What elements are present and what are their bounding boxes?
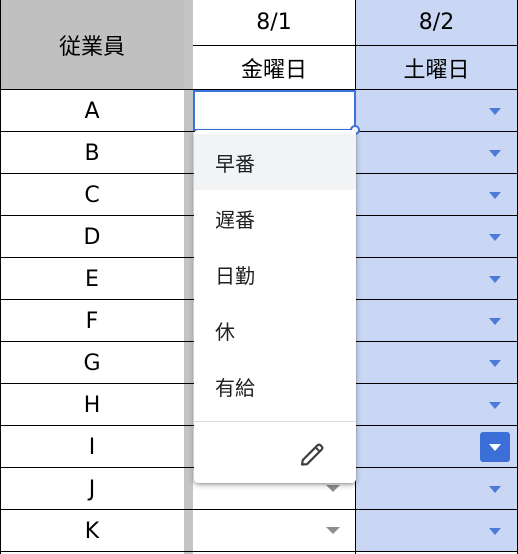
active-cell-input[interactable] — [193, 90, 356, 131]
dropdown-menu: 早番 遅番 日勤 休 有給 — [194, 130, 356, 483]
employee-cell[interactable]: B — [0, 132, 184, 174]
option-label: 遅番 — [215, 207, 255, 232]
employee-name: A — [84, 98, 100, 124]
date-label: 8/2 — [418, 10, 455, 35]
dropdown-option[interactable]: 早番 — [194, 134, 356, 190]
employee-header-label: 従業員 — [58, 35, 125, 60]
shift-cell-sat[interactable] — [355, 342, 518, 384]
employee-name: B — [84, 140, 100, 166]
employee-name: H — [83, 392, 101, 418]
shift-cell-sat[interactable] — [355, 300, 518, 342]
option-label: 休 — [215, 319, 235, 344]
shift-cell-sat[interactable] — [355, 216, 518, 258]
chevron-down-icon[interactable] — [489, 402, 501, 409]
dropdown-option[interactable]: 遅番 — [194, 190, 356, 246]
option-label: 日勤 — [215, 263, 255, 288]
employee-name: G — [83, 350, 101, 376]
employee-header[interactable]: 従業員 — [0, 0, 184, 90]
weekday-header-fri[interactable]: 金曜日 — [193, 45, 355, 90]
shift-cell-sat[interactable] — [355, 426, 518, 468]
employee-cell[interactable]: C — [0, 174, 184, 216]
chevron-down-icon[interactable] — [489, 486, 501, 493]
chevron-down-icon[interactable] — [326, 527, 340, 534]
dropdown-option[interactable]: 休 — [194, 302, 356, 358]
chevron-down-icon[interactable] — [326, 485, 340, 492]
dropdown-button[interactable] — [480, 432, 510, 462]
grid-line — [0, 509, 518, 510]
chevron-down-icon[interactable] — [489, 234, 501, 241]
chevron-down-icon[interactable] — [489, 150, 501, 157]
chevron-down-icon[interactable] — [489, 276, 501, 283]
dropdown-option[interactable]: 日勤 — [194, 246, 356, 302]
employee-name: K — [84, 518, 100, 544]
employee-cell[interactable]: F — [0, 300, 184, 342]
shift-cell-sat[interactable] — [355, 468, 518, 510]
chevron-down-icon[interactable] — [489, 318, 501, 325]
weekday-header-sat[interactable]: 土曜日 — [355, 45, 518, 90]
employee-name: J — [88, 476, 96, 502]
weekday-label: 土曜日 — [403, 57, 470, 83]
date-header-fri[interactable]: 8/1 — [193, 0, 355, 45]
chevron-down-icon — [489, 443, 501, 451]
chevron-down-icon[interactable] — [489, 360, 501, 367]
employee-cell[interactable]: K — [0, 510, 184, 552]
pencil-icon — [300, 443, 324, 466]
date-label: 8/1 — [256, 10, 292, 35]
employee-cell[interactable]: D — [0, 216, 184, 258]
grid-line — [0, 551, 518, 552]
employee-cell[interactable]: G — [0, 342, 184, 384]
weekday-label: 金曜日 — [240, 57, 307, 83]
employee-cell[interactable]: A — [0, 90, 184, 132]
edit-dropdown-button[interactable] — [296, 439, 328, 471]
shift-cell-sat[interactable] — [355, 510, 518, 552]
shift-cell-sat[interactable] — [355, 174, 518, 216]
option-label: 有給 — [215, 375, 255, 400]
date-header-sat[interactable]: 8/2 — [355, 0, 518, 45]
employee-name: E — [85, 266, 99, 292]
shift-cell-sat[interactable] — [355, 384, 518, 426]
grid-line — [193, 45, 518, 46]
grid-line — [0, 0, 1, 554]
employee-name: D — [83, 224, 101, 250]
employee-cell[interactable]: I — [0, 426, 184, 468]
shift-cell-sat[interactable] — [355, 132, 518, 174]
employee-name: F — [85, 308, 99, 334]
employee-name: C — [84, 182, 100, 208]
shift-cell-sat[interactable] — [355, 90, 518, 132]
option-label: 早番 — [215, 151, 255, 176]
dropdown-option[interactable]: 有給 — [194, 358, 356, 414]
chevron-down-icon[interactable] — [489, 192, 501, 199]
shift-cell-fri[interactable] — [193, 510, 355, 552]
employee-cell[interactable]: J — [0, 468, 184, 510]
chevron-down-icon[interactable] — [489, 528, 501, 535]
employee-name: I — [88, 434, 96, 460]
frozen-column-divider[interactable] — [184, 0, 193, 554]
employee-cell[interactable]: E — [0, 258, 184, 300]
menu-divider — [194, 421, 356, 422]
shift-cell-sat[interactable] — [355, 258, 518, 300]
employee-cell[interactable]: H — [0, 384, 184, 426]
chevron-down-icon[interactable] — [489, 108, 501, 115]
